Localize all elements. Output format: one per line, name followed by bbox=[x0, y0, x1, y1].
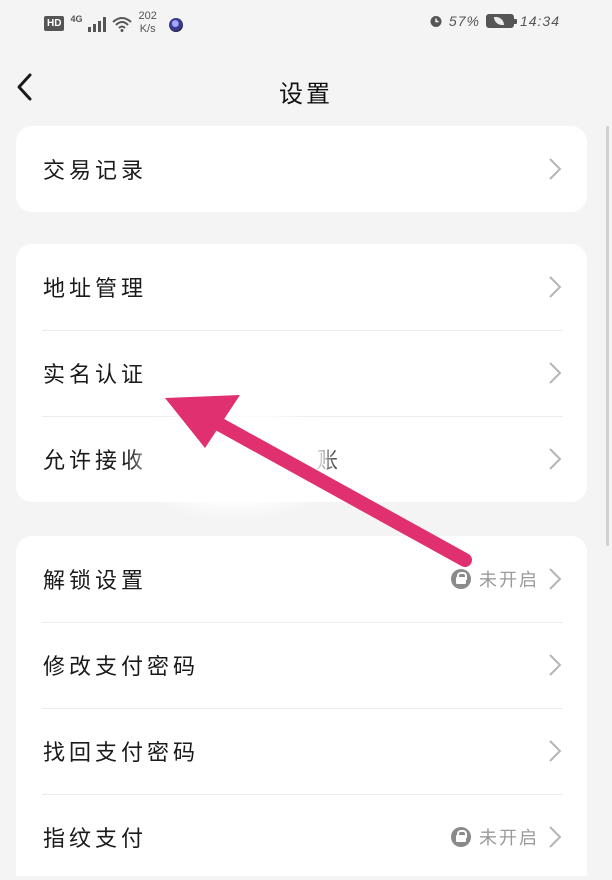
settings-card-security: 解锁设置 未开启 修改支付密码 找回支付密码 指纹支付 未开启 bbox=[16, 536, 587, 876]
app-notification-icon bbox=[168, 18, 183, 32]
chevron-right-icon bbox=[549, 276, 562, 298]
speed-unit: K/s bbox=[139, 23, 156, 35]
settings-item-label: 允许接收 bbox=[43, 449, 148, 474]
settings-item-label: 地址管理 bbox=[43, 277, 148, 302]
settings-item-address-management[interactable]: 地址管理 bbox=[16, 244, 587, 330]
network-speed: 202 K/s bbox=[138, 10, 156, 36]
lock-icon bbox=[451, 827, 471, 847]
speed-value: 202 bbox=[138, 10, 157, 22]
settings-item-label: 找回支付密码 bbox=[43, 741, 200, 766]
settings-card-transactions: 交易记录 bbox=[16, 126, 587, 212]
nav-header: 设置 bbox=[0, 60, 612, 116]
settings-item-fingerprint-payment[interactable]: 指纹支付 未开启 bbox=[16, 794, 587, 880]
settings-item-unlock-settings[interactable]: 解锁设置 未开启 bbox=[16, 536, 587, 622]
settings-item-recover-payment-password[interactable]: 找回支付密码 bbox=[16, 708, 587, 794]
chevron-right-icon bbox=[549, 362, 562, 384]
clock-time: 14:34 bbox=[519, 13, 560, 29]
status-badge: 未开启 bbox=[451, 566, 539, 592]
redaction-smudge bbox=[150, 418, 320, 500]
chevron-right-icon bbox=[549, 826, 562, 848]
chevron-right-icon bbox=[549, 568, 562, 590]
settings-item-label: 解锁设置 bbox=[43, 569, 148, 594]
settings-item-label: 交易记录 bbox=[43, 159, 148, 184]
lock-icon bbox=[451, 569, 471, 589]
hd-badge: HD bbox=[44, 16, 65, 31]
battery-icon bbox=[485, 14, 517, 28]
chevron-right-icon bbox=[549, 158, 562, 180]
wifi-icon bbox=[112, 17, 133, 32]
settings-item-transaction-records[interactable]: 交易记录 bbox=[16, 126, 587, 212]
battery-percent: 57% bbox=[448, 13, 480, 29]
status-bar: HD 4G 202 K/s 57% 14:34 bbox=[0, 0, 612, 48]
status-text: 未开启 bbox=[479, 828, 539, 849]
scrollbar[interactable] bbox=[606, 126, 609, 546]
chevron-right-icon bbox=[549, 740, 562, 762]
alarm-icon bbox=[430, 16, 442, 27]
settings-item-label: 指纹支付 bbox=[43, 827, 148, 852]
status-badge: 未开启 bbox=[451, 824, 539, 850]
network-type: 4G bbox=[70, 14, 83, 24]
page-title: 设置 bbox=[279, 80, 333, 108]
signal-icon bbox=[88, 16, 107, 32]
settings-item-label: 实名认证 bbox=[43, 363, 148, 388]
settings-item-real-name-verification[interactable]: 实名认证 bbox=[16, 330, 587, 416]
chevron-right-icon bbox=[549, 654, 562, 676]
settings-item-label: 修改支付密码 bbox=[43, 655, 200, 680]
status-text: 未开启 bbox=[479, 570, 539, 591]
settings-item-change-payment-password[interactable]: 修改支付密码 bbox=[16, 622, 587, 708]
chevron-right-icon bbox=[549, 448, 562, 470]
